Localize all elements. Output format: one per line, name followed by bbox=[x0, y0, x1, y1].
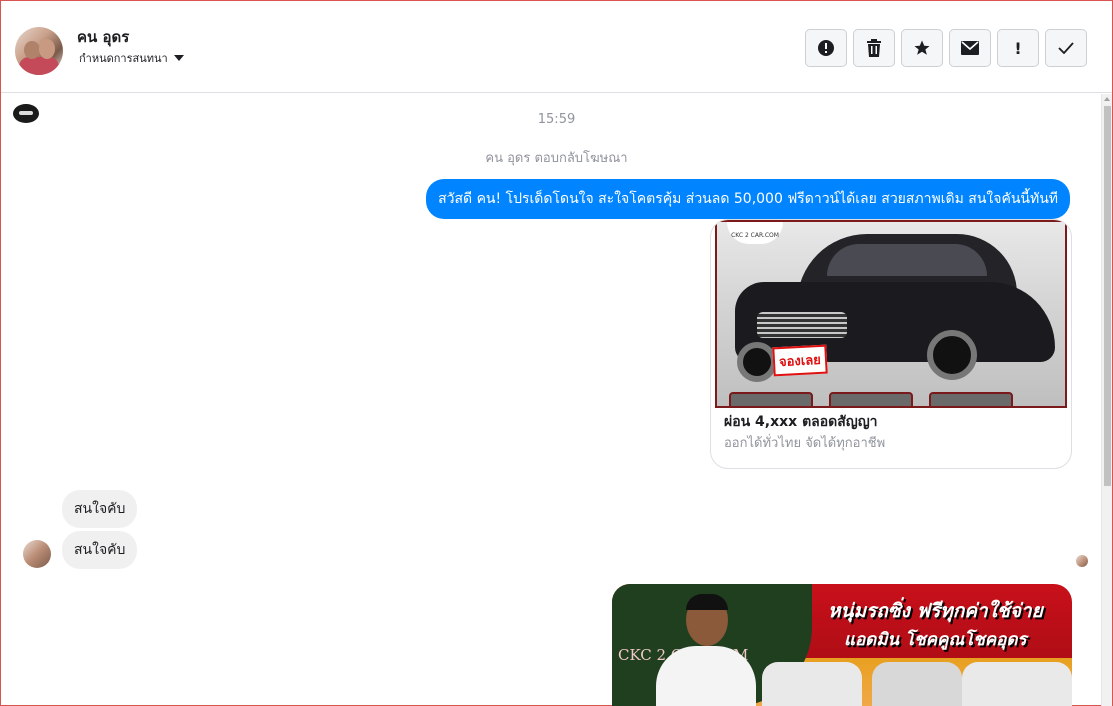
outgoing-message[interactable]: สวัสดี คน! โปรเด็ดโดนใจ สะใจโคตรคุ้ม ส่ว… bbox=[426, 179, 1070, 219]
ad-card[interactable]: จองเลย CKC 2 CAR.COM ผ่อน 4,xxx ตลอดสัญญ… bbox=[710, 219, 1072, 469]
delete-button[interactable] bbox=[853, 29, 895, 67]
contact-name[interactable]: คน อุดร bbox=[77, 25, 129, 49]
exclamation-icon: ! bbox=[1014, 38, 1022, 58]
toolbar: ! bbox=[805, 29, 1087, 67]
schedule-dropdown[interactable]: กำหนดการสนทนา bbox=[79, 49, 184, 67]
ad-banner-image[interactable]: CKC 2 CAR.COM หนุ่มรถซิ่ง ฟรีทุกค่าใช้จ่… bbox=[612, 584, 1072, 706]
scroll-up-icon[interactable] bbox=[1104, 97, 1110, 101]
ad-car-image: จองเลย CKC 2 CAR.COM bbox=[715, 220, 1067, 408]
contact-avatar[interactable] bbox=[15, 27, 63, 75]
incoming-message[interactable]: สนใจคับ bbox=[62, 531, 138, 569]
mark-unread-button[interactable] bbox=[949, 29, 991, 67]
mark-spam-button[interactable] bbox=[805, 29, 847, 67]
envelope-icon bbox=[961, 41, 979, 55]
read-receipt-avatar bbox=[1076, 555, 1088, 567]
scrollbar-thumb[interactable] bbox=[1104, 106, 1111, 486]
banner-headline-1: หนุ่มรถซิ่ง ฟรีทุกค่าใช้จ่าย bbox=[828, 600, 1043, 622]
ad-subtitle: ออกได้ทั่วไทย จัดได้ทุกอาชีพ bbox=[724, 436, 886, 451]
star-button[interactable] bbox=[901, 29, 943, 67]
alert-circle-icon bbox=[818, 40, 834, 56]
incoming-message[interactable]: สนใจคับ bbox=[62, 490, 138, 528]
sender-avatar bbox=[23, 540, 51, 568]
ad-title: ผ่อน 4,xxx ตลอดสัญญา bbox=[724, 414, 878, 430]
card-logo: CKC 2 CAR.COM bbox=[727, 222, 783, 244]
schedule-label: กำหนดการสนทนา bbox=[79, 52, 168, 65]
follow-up-button[interactable]: ! bbox=[997, 29, 1039, 67]
message-timestamp: 15:59 bbox=[537, 112, 576, 127]
mark-done-button[interactable] bbox=[1045, 29, 1087, 67]
reserve-label: จองเลย bbox=[772, 344, 828, 377]
ad-reply-note: คน อุดร ตอบกลับโฆษณา bbox=[485, 151, 628, 166]
check-icon bbox=[1058, 42, 1074, 54]
chat-scrollbar[interactable] bbox=[1101, 94, 1112, 706]
conversation-header: คน อุดร กำหนดการสนทนา ! bbox=[1, 1, 1112, 93]
trash-icon bbox=[867, 39, 881, 57]
banner-headline-2: แอดมิน โชคคูณโชคอุดร bbox=[844, 630, 1027, 650]
star-icon bbox=[914, 40, 930, 55]
caret-down-icon bbox=[173, 55, 184, 61]
